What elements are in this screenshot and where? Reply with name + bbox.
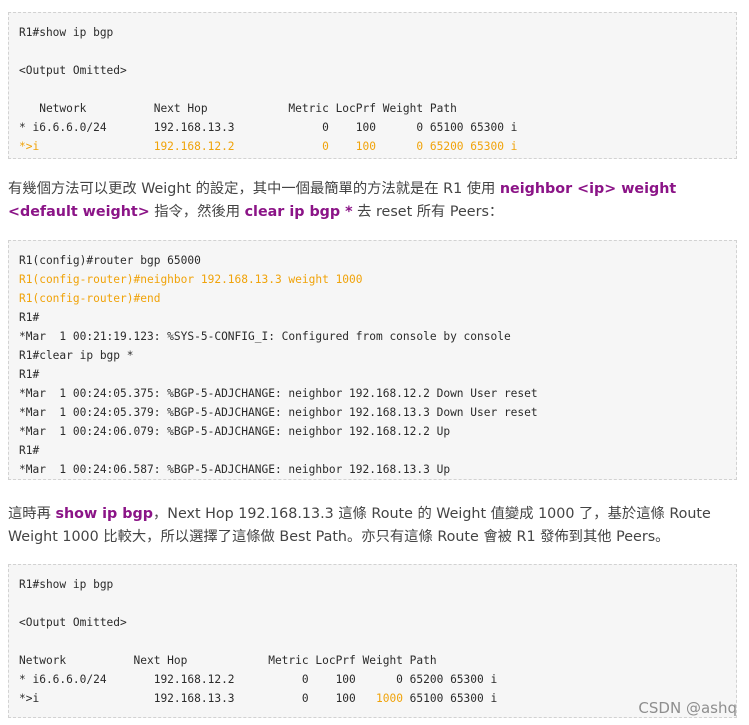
code-block-1-text: R1#show ip bgp <Output Omitted> Network N… [9,13,736,156]
code-line: Network Next Hop Metric LocPrf Weight Pa… [19,654,437,667]
code-line-segment: 65100 65300 i [402,692,498,705]
paragraph-text: 這時再 [8,506,56,522]
watermark: CSDN @ashq [638,699,737,717]
keyword-clear-ip-bgp: clear ip bgp * [244,204,353,220]
code-block-show-ip-bgp-2: R1#show ip bgp <Output Omitted> Network Ne… [8,564,737,718]
code-line: R1# [19,311,40,324]
code-line: R1#clear ip bgp * [19,349,134,362]
code-line: <Output Omitted> [19,64,127,77]
code-line: *Mar 1 00:21:19.123: %SYS-5-CONFIG_I: Co… [19,330,511,343]
code-line: R1# [19,444,40,457]
paragraph-text: 去 reset 所有 Peers： [352,204,504,220]
code-line-highlighted: *>i 192.168.12.2 0 100 0 65200 65300 i [19,140,518,153]
code-line: * i6.6.6.0/24 192.168.12.2 0 100 0 65200… [19,673,498,686]
keyword-show-ip-bgp: show ip bgp [55,506,153,522]
code-block-config: R1(config)#router bgp 65000 R1(config-rou… [8,240,737,480]
code-line: Network Next Hop Metric LocPrf Weight Pa… [19,102,457,115]
code-block-2-text: R1(config)#router bgp 65000 R1(config-rou… [9,241,736,479]
code-line-best-path: *>i 192.168.13.3 0 100 1000 65100 65300 … [19,689,736,708]
code-line-highlighted: R1(config-router)#neighbor 192.168.13.3 … [19,273,363,286]
code-block-show-ip-bgp-1: R1#show ip bgp <Output Omitted> Network N… [8,12,737,159]
code-line: *Mar 1 00:24:05.375: %BGP-5-ADJCHANGE: n… [19,387,538,400]
paragraph-show-ip-bgp-result: 這時再 show ip bgp，Next Hop 192.168.13.3 這條… [8,503,738,549]
code-line: *Mar 1 00:24:05.379: %BGP-5-ADJCHANGE: n… [19,406,538,419]
paragraph-text: 指令，然後用 [149,204,245,220]
paragraph-weight-config: 有幾個方法可以更改 Weight 的設定，其中一個最簡單的方法就是在 R1 使用… [8,178,738,224]
code-line: R1#show ip bgp [19,26,114,39]
paragraph-text: 有幾個方法可以更改 Weight 的設定，其中一個最簡單的方法就是在 R1 使用 [8,181,500,197]
code-line: R1#show ip bgp [19,578,114,591]
code-line: R1# [19,368,40,381]
code-line-segment: *>i 192.168.13.3 0 100 [19,692,376,705]
code-line: * i6.6.6.0/24 192.168.13.3 0 100 0 65100… [19,121,518,134]
code-line: *Mar 1 00:24:06.587: %BGP-5-ADJCHANGE: n… [19,463,451,476]
code-line-highlighted: R1(config-router)#end [19,292,161,305]
code-line: *Mar 1 00:24:06.079: %BGP-5-ADJCHANGE: n… [19,425,451,438]
code-line: R1(config)#router bgp 65000 [19,254,201,267]
code-line: <Output Omitted> [19,616,127,629]
code-block-3-text: R1#show ip bgp <Output Omitted> Network Ne… [9,565,736,708]
weight-value-highlighted: 1000 [375,692,403,705]
